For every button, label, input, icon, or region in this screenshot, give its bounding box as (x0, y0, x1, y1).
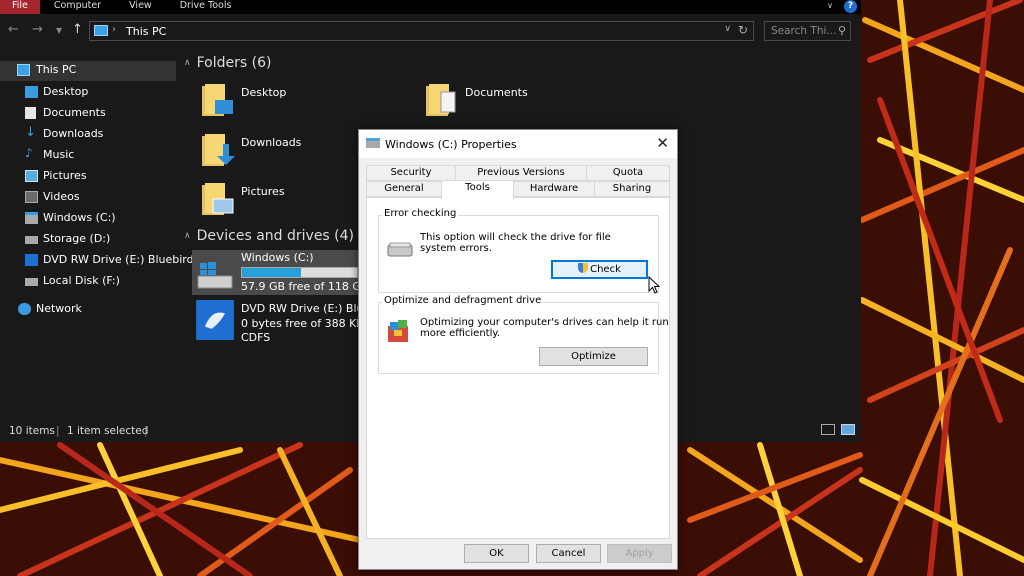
details-view-icon[interactable] (821, 424, 835, 435)
status-separator: | (144, 425, 148, 437)
drive-windows-c[interactable]: Windows (C:) 57.9 GB free of 118 GB (192, 250, 368, 295)
tab-previous-versions[interactable]: Previous Versions (455, 165, 587, 181)
dvd-bluebird-icon (196, 300, 234, 340)
tab-tools[interactable]: Tools (441, 180, 514, 199)
network-icon (18, 303, 31, 315)
ribbon-tab-bar: File Computer View Drive Tools ∨ ? (0, 0, 861, 14)
drive-c-usage-bar (241, 267, 358, 278)
back-arrow-icon[interactable]: ← (8, 22, 19, 37)
close-icon[interactable]: ✕ (656, 134, 669, 152)
drive-windows-icon (25, 212, 38, 224)
nav-item-this-pc[interactable]: This PC (0, 61, 176, 81)
tab-quota[interactable]: Quota (586, 165, 670, 181)
tab-security[interactable]: Security (366, 165, 456, 181)
navigation-pane: This PC Desktop Documents ↓ Downloads ♪ … (0, 58, 199, 420)
tab-general[interactable]: General (366, 181, 442, 197)
drive-c-usage-fill (242, 268, 301, 277)
collapse-chevron-icon[interactable]: ∧ (184, 231, 191, 241)
cancel-button[interactable]: Cancel (536, 544, 601, 563)
up-arrow-icon[interactable]: ↑ (72, 22, 83, 37)
apply-button[interactable]: Apply (607, 544, 672, 563)
help-icon[interactable]: ? (844, 0, 857, 13)
ribbon-tab-drive-tools[interactable]: Drive Tools (166, 0, 246, 14)
address-dropdown-icon[interactable]: ∨ (724, 24, 731, 34)
folder-icon (202, 183, 234, 215)
videos-icon (25, 191, 38, 203)
documents-icon (25, 107, 36, 119)
address-bar[interactable]: › This PC ∨ ↻ (89, 21, 754, 41)
folder-icon (426, 84, 456, 116)
collapse-chevron-icon[interactable]: ∧ (184, 58, 191, 68)
ok-button[interactable]: OK (464, 544, 529, 563)
breadcrumb-separator-icon[interactable]: › (112, 24, 116, 35)
error-checking-label: Error checking (382, 208, 459, 219)
uac-shield-icon (578, 263, 589, 273)
pictures-icon (25, 170, 38, 182)
drive-icon (25, 236, 38, 244)
optimize-label: Optimize and defragment drive (382, 295, 544, 306)
computer-icon (17, 64, 30, 76)
folder-icon (202, 84, 233, 116)
devices-group-header[interactable]: ∧ Devices and drives (4) (184, 228, 354, 244)
status-separator: | (56, 425, 60, 437)
drive-e-filesystem: CDFS (241, 331, 271, 344)
address-row: ← → ▼ ↑ › This PC ∨ ↻ Search Thi... ⚲ (0, 18, 861, 44)
drive-e-free-space: 0 bytes free of 388 KB (241, 317, 364, 330)
folders-group-header[interactable]: ∧ Folders (6) (184, 55, 271, 71)
status-selection: 1 item selected (67, 425, 149, 437)
search-placeholder: Search Thi... (771, 25, 837, 37)
hard-drive-icon (387, 242, 413, 257)
drive-icon (366, 138, 380, 148)
address-breadcrumb[interactable]: This PC (126, 25, 166, 38)
search-box[interactable]: Search Thi... ⚲ (764, 21, 851, 41)
download-arrow-icon: ↓ (25, 125, 36, 140)
windows-drive-icon (197, 262, 233, 289)
search-icon[interactable]: ⚲ (838, 24, 846, 37)
tab-hardware[interactable]: Hardware (513, 181, 595, 197)
drive-c-name: Windows (C:) (241, 251, 314, 264)
mouse-cursor-icon (648, 276, 660, 294)
ribbon-tab-file[interactable]: File (0, 0, 40, 14)
forward-arrow-icon[interactable]: → (32, 22, 43, 37)
status-item-count: 10 items (9, 425, 55, 437)
drive-properties-dialog: Windows (C:) Properties ✕ Security Previ… (358, 129, 678, 570)
ribbon-tab-view[interactable]: View (115, 0, 166, 14)
ribbon-tab-computer[interactable]: Computer (40, 0, 115, 14)
this-pc-icon (94, 25, 108, 36)
ribbon-expand-chevron-icon[interactable]: ∨ (827, 1, 833, 10)
drive-c-free-space: 57.9 GB free of 118 GB (241, 280, 369, 293)
optimize-button[interactable]: Optimize (539, 347, 648, 366)
error-checking-text-line2: system errors. (420, 243, 492, 254)
drive-icon (25, 278, 38, 286)
check-button[interactable]: Check (551, 260, 648, 279)
tab-sharing[interactable]: Sharing (594, 181, 670, 197)
refresh-icon[interactable]: ↻ (738, 23, 748, 37)
defragment-icon (388, 320, 408, 342)
desktop-icon (25, 86, 38, 98)
dvd-drive-icon (25, 254, 38, 266)
recent-locations-chevron-icon[interactable]: ▼ (56, 26, 62, 35)
folder-icon (202, 134, 235, 166)
dialog-title: Windows (C:) Properties (385, 138, 517, 151)
dialog-title-bar[interactable]: Windows (C:) Properties ✕ (359, 130, 677, 158)
optimize-text-line2: more efficiently. (420, 328, 501, 339)
music-note-icon: ♪ (25, 146, 33, 160)
tools-tab-panel: Error checking This option will check th… (366, 197, 670, 539)
large-icons-view-icon[interactable] (841, 424, 855, 435)
